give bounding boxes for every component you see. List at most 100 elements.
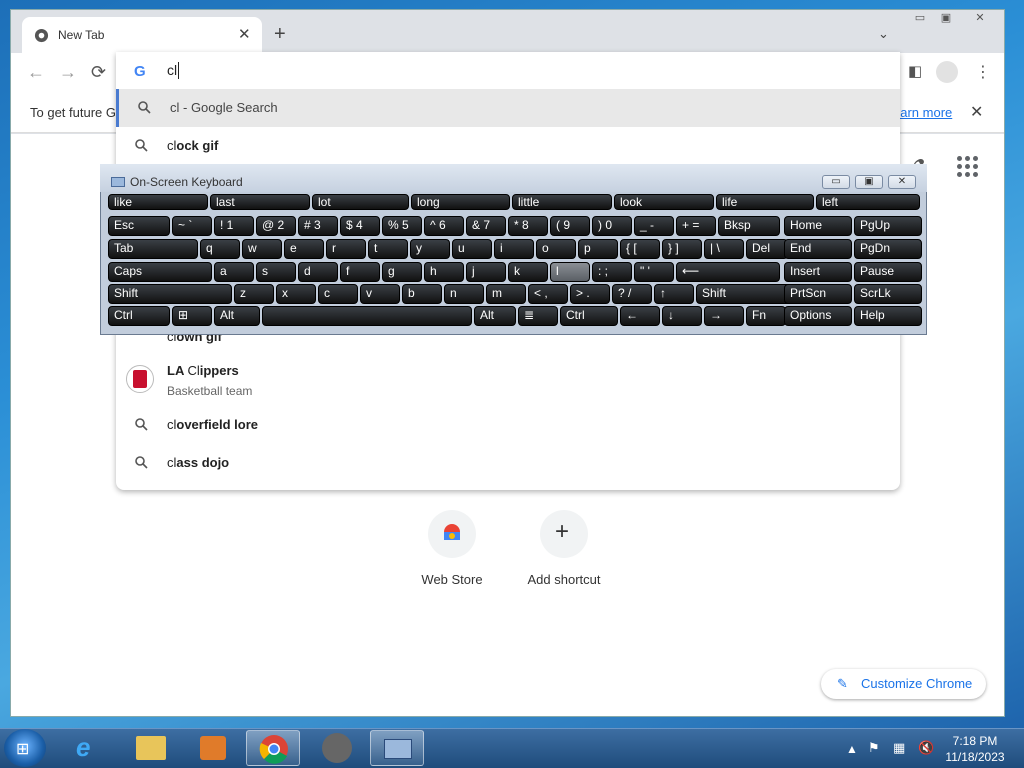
osk-key[interactable]: e [284,239,324,259]
maximize-icon[interactable]: ▣ [936,12,956,26]
osk-key[interactable]: Del [746,239,788,259]
osk-key[interactable]: s [256,262,296,282]
osk-prediction-key[interactable]: lot [312,194,409,210]
forward-icon[interactable]: → [59,62,77,83]
osk-key[interactable]: z [234,284,274,304]
osk-key[interactable]: % 5 [382,216,422,236]
suggestion-row[interactable]: cloverfield lore [116,406,900,444]
osk-key[interactable]: Options [784,306,852,326]
osk-key[interactable]: j [466,262,506,282]
side-panel-icon[interactable]: ◧ [908,62,922,80]
osk-key[interactable]: ( 9 [550,216,590,236]
start-button[interactable]: ⊞ [4,729,46,767]
menu-icon[interactable]: ⋮ [975,62,991,82]
osk-key[interactable]: PrtScn [784,284,852,304]
osk-key[interactable]: ? / [612,284,652,304]
osk-key[interactable]: PgDn [854,239,922,259]
osk-key[interactable]: c [318,284,358,304]
osk-key[interactable]: < , [528,284,568,304]
customize-chrome-button[interactable]: ✎ Customize Chrome [821,669,986,699]
ie-taskbar-button[interactable]: e [62,730,116,766]
osk-key[interactable]: ~ ` [172,216,212,236]
action-center-icon[interactable]: ⚑ [868,740,880,756]
osk-key[interactable]: Ctrl [560,306,618,326]
osk-key[interactable]: Fn [746,306,786,326]
osk-key[interactable]: Ctrl [108,306,170,326]
osk-key[interactable]: b [402,284,442,304]
osk-key[interactable]: h [424,262,464,282]
osk-key[interactable]: End [784,239,852,259]
osk-key[interactable]: ← [620,306,660,326]
osk-minimize-icon[interactable]: ▭ [822,175,850,189]
osk-key[interactable]: t [368,239,408,259]
osk-key[interactable]: a [214,262,254,282]
osk-key[interactable]: m [486,284,526,304]
osk-key[interactable]: o [536,239,576,259]
osk-key[interactable]: $ 4 [340,216,380,236]
osk-key[interactable]: } ] [662,239,702,259]
osk-key[interactable]: l [550,262,590,282]
osk-key[interactable]: k [508,262,548,282]
suggestion-row[interactable]: class dojo [116,444,900,482]
osk-key[interactable]: f [340,262,380,282]
osk-key[interactable]: ↓ [662,306,702,326]
osk-maximize-icon[interactable]: ▣ [855,175,883,189]
tray-overflow-icon[interactable]: ▲ [846,742,858,756]
new-tab-button[interactable]: + [274,24,286,44]
osk-close-icon[interactable]: ✕ [888,175,916,189]
osk-key[interactable]: x [276,284,316,304]
osk-key[interactable]: y [410,239,450,259]
osk-prediction-key[interactable]: little [512,194,612,210]
osk-key[interactable]: r [326,239,366,259]
osk-key[interactable]: Tab [108,239,198,259]
tab-search-icon[interactable]: ⌄ [878,26,889,42]
osk-key[interactable]: → [704,306,744,326]
suggestion-row[interactable]: clock gif [116,127,900,165]
tab-new-tab[interactable]: New Tab ✕ [22,17,262,53]
osk-key[interactable]: Caps [108,262,212,282]
osk-prediction-key[interactable]: last [210,194,310,210]
osk-key[interactable]: " ' [634,262,674,282]
osk-key[interactable]: ⟵ [676,262,780,282]
osk-key[interactable]: Alt [214,306,260,326]
osk-taskbar-button[interactable] [370,730,424,766]
osk-key[interactable]: Esc [108,216,170,236]
osk-key[interactable]: Bksp [718,216,780,236]
osk-key[interactable]: PgUp [854,216,922,236]
close-window-icon[interactable]: ✕ [970,12,990,26]
osk-key[interactable]: q [200,239,240,259]
osk-key[interactable]: Alt [474,306,516,326]
volume-muted-icon[interactable]: 🔇 [918,740,934,756]
osk-key[interactable] [262,306,472,326]
osk-key[interactable]: | \ [704,239,744,259]
osk-key[interactable]: ⊞ [172,306,212,326]
osk-key[interactable]: ! 1 [214,216,254,236]
osk-key[interactable]: p [578,239,618,259]
osk-key[interactable]: d [298,262,338,282]
osk-key[interactable]: ScrLk [854,284,922,304]
osk-key[interactable]: Insert [784,262,852,282]
osk-key[interactable]: # 3 [298,216,338,236]
web-store-shortcut[interactable] [428,510,476,558]
reload-icon[interactable]: ⟳ [91,62,106,83]
osk-prediction-key[interactable]: look [614,194,714,210]
osk-key[interactable]: @ 2 [256,216,296,236]
osk-key[interactable]: ≣ [518,306,558,326]
add-shortcut-button[interactable]: + [540,510,588,558]
tab-close-icon[interactable]: ✕ [238,25,251,43]
osk-key[interactable]: n [444,284,484,304]
clock[interactable]: 7:18 PM 11/18/2023 [940,733,1010,765]
osk-key[interactable]: Pause [854,262,922,282]
apps-grid-icon[interactable] [957,156,979,178]
network-icon[interactable]: ▦ [893,740,905,756]
info-bar-close-icon[interactable]: ✕ [970,102,983,122]
profile-avatar[interactable] [936,61,958,83]
osk-key[interactable]: Home [784,216,852,236]
explorer-taskbar-button[interactable] [124,730,178,766]
osk-key[interactable]: * 8 [508,216,548,236]
osk-key[interactable]: & 7 [466,216,506,236]
learn-more-link[interactable]: earn more [893,105,952,120]
omnibox-input[interactable]: cl [167,62,177,78]
back-icon[interactable]: ← [27,62,45,83]
suggestion-row[interactable]: cl - Google Search [116,89,900,127]
